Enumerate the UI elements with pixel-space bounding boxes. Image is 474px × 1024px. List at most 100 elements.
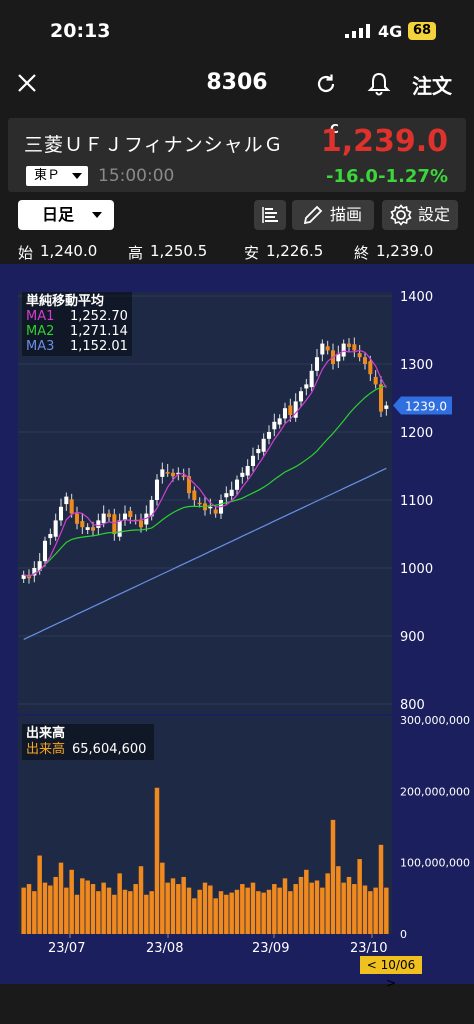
- order-button[interactable]: 注文: [412, 70, 452, 99]
- volume-bar: [74, 894, 80, 934]
- volume-bar: [357, 859, 362, 934]
- volume-bar: [160, 862, 165, 934]
- candle-body: [224, 493, 229, 498]
- volume-bar: [122, 889, 128, 934]
- candle-body: [298, 391, 304, 402]
- candle-body: [181, 475, 186, 478]
- volume-bar: [341, 882, 346, 934]
- volume-bar: [346, 876, 352, 934]
- network-label: 4G: [378, 22, 403, 41]
- volume-bar: [213, 898, 218, 934]
- layout-button[interactable]: [254, 200, 286, 230]
- candle-body: [309, 370, 314, 388]
- candle-body: [192, 490, 197, 500]
- volume-bar: [298, 876, 304, 934]
- candle-body: [128, 510, 133, 517]
- volume-bar: [282, 878, 288, 934]
- candle-body: [74, 513, 80, 524]
- volume-bar: [112, 894, 117, 934]
- price-tick-label: 1400: [400, 290, 433, 305]
- volume-bar: [181, 876, 186, 934]
- candle-body: [42, 540, 48, 562]
- stock-name: 三菱ＵＦＪフィナンシャルＧ: [24, 134, 284, 156]
- volume-bar: [144, 894, 149, 934]
- volume-bar: [58, 862, 64, 934]
- candle-body: [154, 479, 160, 500]
- candle-body: [325, 346, 330, 351]
- volume-bar: [362, 885, 368, 934]
- low-value: 1,226.5: [266, 242, 324, 260]
- bell-icon[interactable]: [367, 71, 391, 97]
- exchange-label: 東Ｐ: [34, 168, 61, 183]
- volume-bar: [224, 894, 229, 934]
- volume-bar: [330, 819, 336, 934]
- candle-body: [346, 343, 352, 347]
- candle-body: [362, 357, 368, 364]
- refresh-icon[interactable]: [314, 72, 338, 96]
- candle-body: [277, 418, 282, 425]
- candle-body: [240, 472, 245, 477]
- draw-button[interactable]: 描画: [292, 200, 374, 230]
- volume-bar: [106, 887, 112, 934]
- candle-body: [288, 405, 293, 415]
- price-tick-label: 1300: [400, 358, 433, 373]
- candle-body: [368, 361, 373, 375]
- draw-label: 描画: [330, 205, 363, 224]
- volume-bar: [373, 887, 378, 934]
- candle-body: [272, 421, 277, 430]
- ma2-label: MA2: [26, 324, 55, 339]
- low-label: 安: [244, 244, 260, 262]
- timeframe-label: 日足: [42, 205, 75, 224]
- quote-card: 三菱ＵＦＪフィナンシャルＧ C 1,239.0 東Ｐ 15:00:00 -16.…: [8, 118, 466, 192]
- volume-bar: [234, 889, 240, 934]
- volume-value: 65,604,600: [72, 742, 147, 757]
- settings-button[interactable]: 設定: [382, 200, 458, 230]
- candle-body: [138, 520, 144, 528]
- nav-bar: 8306 注文: [0, 60, 474, 110]
- volume-bar: [378, 844, 384, 934]
- exchange-select[interactable]: 東Ｐ: [26, 166, 88, 186]
- candle-body: [112, 514, 117, 534]
- close-label: 終: [354, 244, 370, 262]
- candle-body: [341, 343, 346, 357]
- stock-chart[interactable]: 1400 1300 1200 1100 1000 900 800 300,000,000 200…: [0, 264, 474, 990]
- volume-bar: [309, 882, 314, 934]
- date-navigator[interactable]: < 10/06 >: [360, 956, 422, 990]
- candle-body: [357, 353, 362, 358]
- candle-body: [256, 449, 261, 454]
- candle-body: [96, 520, 101, 528]
- volume-label: 出来高: [26, 742, 66, 757]
- battery-icon: 68: [408, 22, 436, 40]
- timeframe-select[interactable]: 日足: [18, 200, 114, 230]
- page-title: 8306: [206, 70, 268, 95]
- volume-bar: [48, 885, 53, 934]
- volume-bar: [277, 887, 282, 934]
- candle-body: [80, 521, 85, 528]
- settings-label: 設定: [418, 205, 451, 224]
- volume-bar: [133, 884, 138, 934]
- volume-bar: [384, 887, 389, 934]
- volume-bar: [117, 873, 122, 934]
- volume-bar: [186, 887, 192, 934]
- candle-body: [266, 432, 272, 439]
- volume-bar: [256, 891, 261, 934]
- volume-bar: [21, 887, 26, 934]
- candle-body: [197, 502, 202, 505]
- candle-body: [170, 472, 176, 477]
- high-label: 高: [128, 244, 144, 262]
- volume-bar: [96, 891, 101, 934]
- price-tick-label: 900: [400, 630, 425, 645]
- date-tick-label: 23/08: [146, 941, 183, 956]
- candle-body: [282, 408, 288, 419]
- volume-bar: [240, 884, 245, 934]
- candle-body: [90, 527, 96, 531]
- volume-bar: [192, 898, 197, 934]
- open-value: 1,240.0: [40, 242, 98, 260]
- chart-canvas[interactable]: 1400 1300 1200 1100 1000 900 800300,000,000 200…: [0, 264, 474, 984]
- volume-legend-item: 出来高 65,604,600: [26, 742, 150, 758]
- ma-legend: 単純移動平均 MA1 1,252.70 MA2 1,271.14 MA3 1,152.…: [22, 292, 132, 356]
- bars-icon: [262, 207, 278, 223]
- volume-bar: [197, 889, 202, 934]
- volume-bar: [32, 891, 37, 934]
- volume-bar: [101, 882, 106, 934]
